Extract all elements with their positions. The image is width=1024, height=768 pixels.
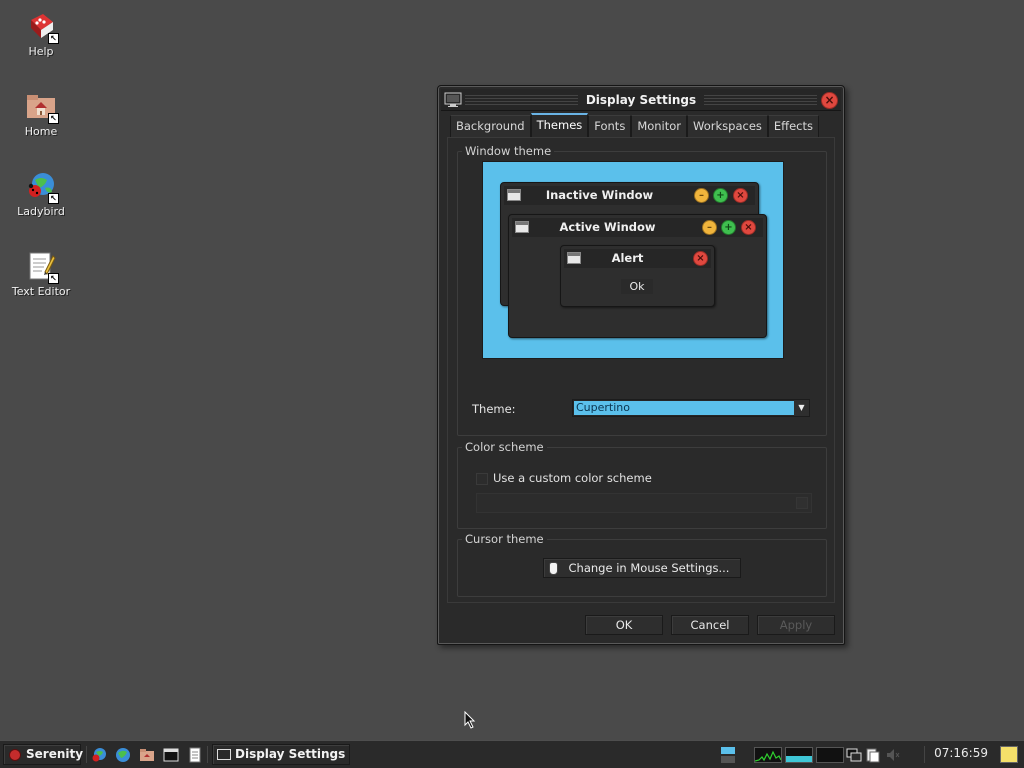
desktop-icon-label: Home — [24, 125, 58, 138]
memory-graph-icon[interactable] — [785, 747, 813, 763]
network-icon[interactable] — [846, 747, 862, 763]
desktop-icon-label: Ladybird — [17, 205, 65, 218]
cpu-graph-icon[interactable] — [754, 747, 782, 763]
close-icon: × — [733, 188, 748, 203]
window-titlebar[interactable]: Display Settings × — [441, 89, 841, 111]
mouse-icon — [549, 562, 558, 575]
window-title: Display Settings — [441, 93, 841, 107]
alert-title: Alert — [611, 251, 644, 265]
desktop-icon-label: Help — [28, 45, 54, 58]
desktop-icon-help[interactable]: ↖ Help — [1, 10, 81, 58]
inactive-window-title: Inactive Window — [545, 188, 654, 202]
tab-monitor[interactable]: Monitor — [631, 115, 688, 137]
taskbar-separator — [86, 746, 87, 763]
help-book-icon: ↖ — [25, 10, 59, 44]
window-close-button[interactable]: × — [821, 92, 838, 109]
color-scheme-legend: Color scheme — [462, 440, 547, 454]
start-label: Serenity — [26, 747, 84, 761]
desktop-icon-text-editor[interactable]: ↖ Text Editor — [1, 250, 81, 298]
terminal-icon[interactable] — [163, 747, 179, 763]
chevron-down-icon — [796, 497, 808, 509]
display-settings-icon — [217, 749, 231, 760]
tab-workspaces[interactable]: Workspaces — [687, 115, 768, 137]
maximize-icon: + — [713, 188, 728, 203]
browser-icon[interactable] — [115, 747, 131, 763]
taskbar-window-label: Display Settings — [235, 747, 346, 761]
theme-preview: Inactive Window – + × Active Window – + … — [482, 161, 784, 359]
home-folder-icon: ↖ — [25, 90, 59, 124]
file-manager-icon[interactable] — [139, 747, 155, 763]
display-settings-window: Display Settings × Background Themes Fon… — [437, 85, 845, 645]
start-button[interactable]: Serenity — [3, 744, 84, 765]
window-theme-legend: Window theme — [462, 144, 555, 158]
network-graph-icon[interactable] — [816, 747, 844, 763]
change-mouse-settings-label: Change in Mouse Settings... — [568, 561, 730, 575]
taskbar-separator — [207, 746, 208, 763]
ladybird-browser-icon: ↖ — [25, 170, 59, 204]
minimize-icon: – — [694, 188, 709, 203]
taskbar-window-button[interactable]: Display Settings — [212, 744, 350, 765]
ok-button[interactable]: OK — [585, 615, 663, 635]
cursor-theme-legend: Cursor theme — [462, 532, 547, 546]
custom-color-scheme-checkbox[interactable] — [476, 473, 488, 485]
window-theme-group: Window theme Inactive Window – + × Activ… — [457, 144, 827, 436]
change-mouse-settings-button[interactable]: Change in Mouse Settings... — [543, 558, 741, 578]
theme-select[interactable]: Cupertino ▼ — [572, 399, 810, 417]
text-editor-icon[interactable] — [187, 747, 203, 763]
clock[interactable]: 07:16:59 — [934, 746, 988, 760]
serenity-logo-icon — [9, 749, 21, 761]
desktop-icon-label: Text Editor — [11, 285, 71, 298]
themes-tab-panel: Window theme Inactive Window – + × Activ… — [447, 137, 835, 603]
tab-bar: Background Themes Fonts Monitor Workspac… — [450, 113, 819, 137]
tab-themes[interactable]: Themes — [530, 113, 589, 137]
apply-button[interactable]: Apply — [757, 615, 835, 635]
notifications-icon[interactable] — [1000, 746, 1018, 763]
cancel-button[interactable]: Cancel — [671, 615, 749, 635]
active-window-title: Active Window — [559, 220, 656, 234]
tab-background[interactable]: Background — [450, 115, 531, 137]
close-icon: × — [741, 220, 756, 235]
theme-select-value: Cupertino — [574, 401, 794, 415]
chevron-down-icon[interactable]: ▼ — [794, 400, 809, 416]
cursor-theme-group: Cursor theme Change in Mouse Settings... — [457, 532, 827, 597]
color-scheme-group: Color scheme Use a custom color scheme — [457, 440, 827, 529]
clipboard-icon[interactable] — [866, 747, 880, 763]
volume-icon[interactable] — [885, 747, 901, 763]
taskbar: Serenity Display Settings 07:16:59 — [0, 740, 1024, 768]
mouse-cursor-icon — [464, 711, 476, 729]
alert-ok-button: Ok — [621, 279, 653, 294]
desktop-icon-ladybird[interactable]: ↖ Ladybird — [1, 170, 81, 218]
custom-color-scheme-label[interactable]: Use a custom color scheme — [493, 471, 652, 485]
theme-label: Theme: — [472, 402, 516, 416]
text-editor-icon: ↖ — [25, 250, 59, 284]
ladybird-browser-icon[interactable] — [91, 747, 107, 763]
maximize-icon: + — [721, 220, 736, 235]
minimize-icon: – — [702, 220, 717, 235]
color-scheme-select — [476, 493, 812, 513]
preview-alert-window: Alert × Ok — [560, 245, 715, 307]
workspace-switcher-icon[interactable] — [720, 746, 736, 764]
tab-effects[interactable]: Effects — [767, 115, 819, 137]
taskbar-separator — [924, 746, 925, 763]
close-icon: × — [693, 251, 708, 266]
tab-fonts[interactable]: Fonts — [588, 115, 632, 137]
desktop-icon-home[interactable]: ↖ Home — [1, 90, 81, 138]
